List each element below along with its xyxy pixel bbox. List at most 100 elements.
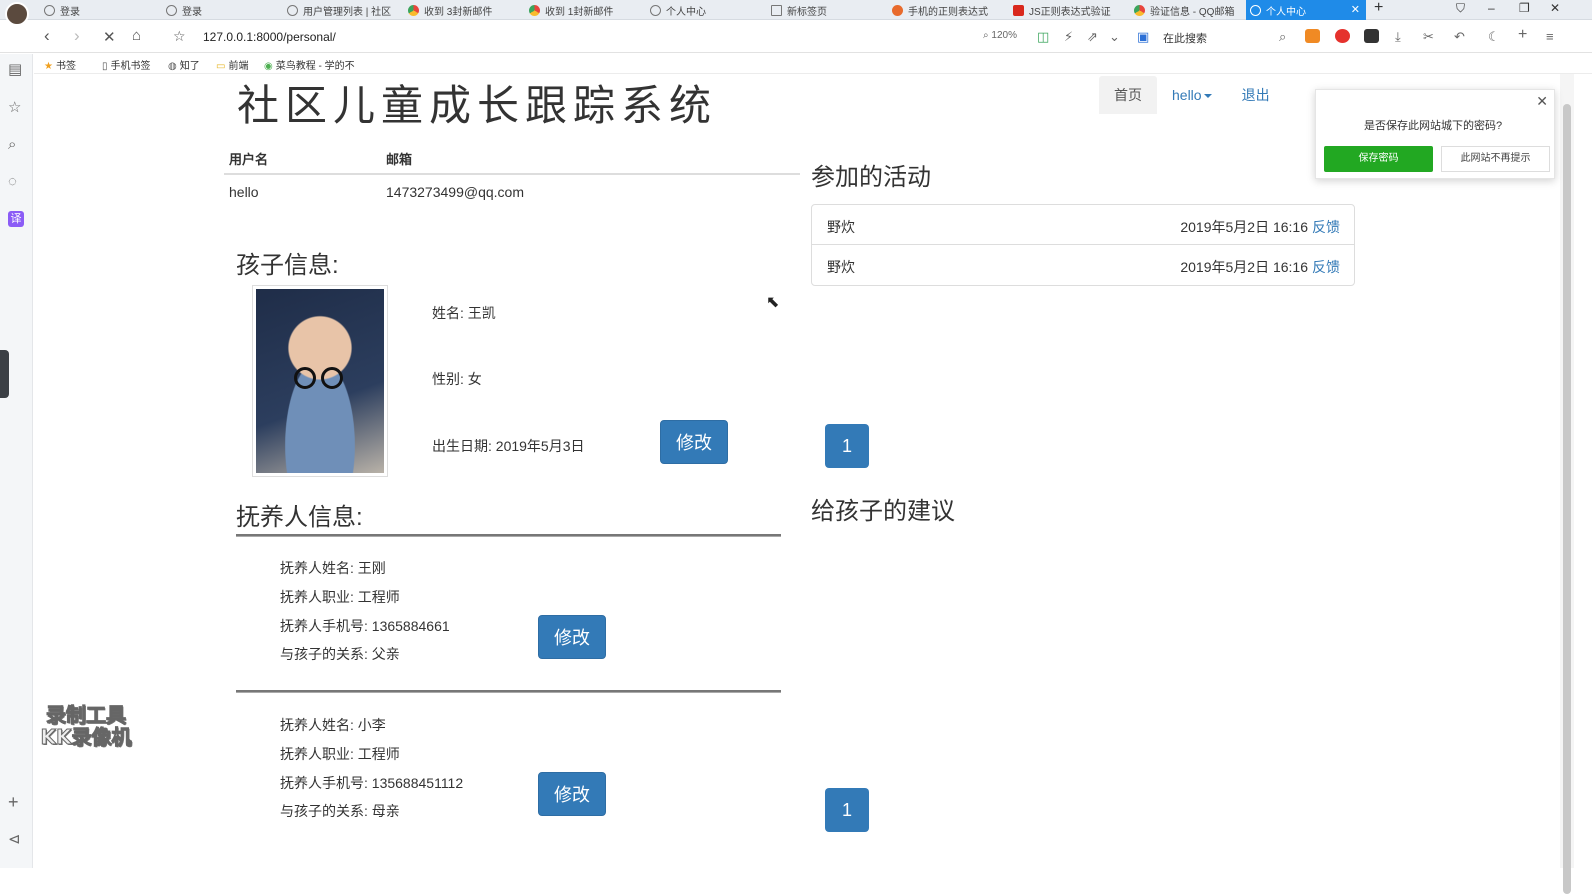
- reader-icon[interactable]: ◫: [1037, 29, 1049, 45]
- bookmark-4[interactable]: ◉ 菜鸟教程 - 学的不: [264, 57, 355, 72]
- tab-label: 手机的正则表达式: [908, 6, 988, 18]
- restore-button[interactable]: ❐: [1519, 1, 1530, 15]
- folder-icon: ▭: [216, 61, 226, 72]
- child-photo-image: [256, 289, 384, 473]
- share-icon[interactable]: ⇗: [1087, 29, 1098, 45]
- stop-icon[interactable]: ✕: [103, 28, 116, 46]
- tab-8[interactable]: JS正则表达式验证: [1009, 0, 1121, 20]
- undo-icon[interactable]: ↶: [1454, 29, 1465, 45]
- tab-2[interactable]: 用户管理列表 | 社区: [283, 0, 395, 20]
- child-section-title: 孩子信息:: [236, 252, 339, 279]
- minimize-button[interactable]: –: [1488, 1, 1495, 15]
- tab-4[interactable]: 收到 1封新邮件: [525, 0, 637, 20]
- globe-icon: ◍: [168, 61, 177, 72]
- save-password-button[interactable]: 保存密码: [1324, 146, 1433, 172]
- address-bar: ‹ › ✕ ⌂ ☆ 127.0.0.1:8000/personal/ ⌕ 120…: [0, 20, 1592, 53]
- collapse-icon[interactable]: ⊲: [8, 830, 21, 848]
- add-icon[interactable]: +: [8, 792, 19, 813]
- nav-home[interactable]: 首页: [1099, 76, 1157, 114]
- sidebar-handle[interactable]: [0, 350, 9, 398]
- edit-guardian-1-button[interactable]: 修改: [538, 615, 606, 659]
- download-icon[interactable]: ⤓: [1395, 29, 1401, 45]
- table-header-email: 邮箱: [386, 152, 413, 167]
- bookmark-label: 手机书签: [110, 61, 151, 72]
- tab-3[interactable]: 收到 3封新邮件: [404, 0, 516, 20]
- phone-icon: ▯: [102, 61, 108, 72]
- nav-user-label: hello: [1172, 87, 1202, 103]
- child-birthday: 出生日期: 2019年5月3日: [432, 438, 585, 454]
- close-window-button[interactable]: ✕: [1550, 1, 1560, 15]
- add-icon[interactable]: +: [1518, 26, 1527, 44]
- suggestions-page-1[interactable]: 1: [825, 788, 869, 832]
- bookmark-star-icon[interactable]: ☆: [173, 28, 186, 45]
- bookmark-0[interactable]: ★ 书签: [44, 57, 76, 72]
- feedback-link[interactable]: 反馈: [1312, 257, 1340, 277]
- globe-icon: [44, 4, 55, 16]
- search-input[interactable]: 在此搜索: [1163, 30, 1207, 46]
- never-save-button[interactable]: 此网站不再提示: [1441, 146, 1550, 172]
- nav-user-dropdown[interactable]: hello: [1157, 76, 1227, 114]
- guardian-1-name: 抚养人姓名: 王刚: [280, 560, 386, 576]
- close-tab-icon[interactable]: ✕: [1351, 3, 1360, 16]
- flash-icon[interactable]: ⚡: [1064, 29, 1073, 45]
- bookmark-3[interactable]: ▭ 前端: [216, 57, 248, 72]
- globe-icon: [166, 4, 177, 16]
- tab-label: 用户管理列表 | 社区: [303, 6, 392, 18]
- tab-1[interactable]: 登录: [162, 0, 274, 20]
- bookmark-2[interactable]: ◍ 知了: [168, 57, 200, 72]
- search-icon[interactable]: ⌕: [8, 136, 16, 153]
- activity-list: 野炊 2019年5月2日 16:16 反馈 野炊 2019年5月2日 16:16…: [811, 204, 1355, 286]
- news-icon[interactable]: ▤: [8, 60, 22, 78]
- menu-icon[interactable]: ≡: [1546, 29, 1554, 44]
- search-engine-icon[interactable]: ▣: [1137, 29, 1149, 45]
- tab-label: 个人中心: [1266, 6, 1306, 18]
- tab-9[interactable]: 验证信息 - QQ邮箱: [1130, 0, 1242, 20]
- bookmark-1[interactable]: ▯ 手机书签: [102, 57, 151, 72]
- bookmark-label: 书签: [55, 61, 76, 72]
- chevron-down-icon[interactable]: ⌄: [1109, 29, 1120, 45]
- tab-10[interactable]: 个人中心 ✕: [1246, 0, 1366, 20]
- search-icon[interactable]: ⌕: [1279, 29, 1286, 45]
- activities-section-title: 参加的活动: [811, 164, 931, 191]
- table-divider: [224, 173, 800, 175]
- guardian-1-phone: 抚养人手机号: 1365884661: [280, 618, 450, 634]
- night-mode-icon[interactable]: ☾: [1488, 29, 1500, 45]
- tab-5[interactable]: 个人中心: [646, 0, 758, 20]
- chrome-icon: [1134, 4, 1145, 16]
- nav-logout[interactable]: 退出: [1227, 76, 1285, 114]
- zoom-level[interactable]: ⌕ 120%: [983, 30, 1017, 41]
- new-tab-button[interactable]: +: [1374, 0, 1383, 17]
- extension-icon[interactable]: [1364, 29, 1379, 43]
- edit-guardian-2-button[interactable]: 修改: [538, 772, 606, 816]
- scrollbar-thumb[interactable]: [1563, 104, 1571, 894]
- back-icon[interactable]: ‹: [44, 26, 50, 46]
- s-icon: [892, 4, 903, 16]
- game-icon[interactable]: [1305, 29, 1320, 43]
- shirt-icon[interactable]: ⛉: [1456, 1, 1465, 16]
- bookmark-label: 知了: [179, 61, 200, 72]
- url-input[interactable]: 127.0.0.1:8000/personal/: [203, 30, 336, 44]
- activities-page-1[interactable]: 1: [825, 424, 869, 468]
- star-icon: ★: [44, 61, 53, 72]
- glasses-right: [321, 367, 343, 389]
- edit-child-button[interactable]: 修改: [660, 420, 728, 464]
- forward-icon[interactable]: ›: [74, 26, 80, 46]
- chat-icon[interactable]: ◌: [8, 173, 17, 190]
- tab-7[interactable]: 手机的正则表达式: [888, 0, 1000, 20]
- close-icon[interactable]: ✕: [1536, 93, 1548, 110]
- scissors-icon[interactable]: ✂: [1423, 29, 1434, 45]
- home-icon[interactable]: ⌂: [132, 27, 141, 44]
- mouse-cursor-icon: ⬉: [766, 294, 780, 311]
- adblock-icon[interactable]: [1335, 29, 1350, 43]
- suggestions-section-title: 给孩子的建议: [811, 498, 955, 525]
- tab-6[interactable]: 新标签页: [767, 0, 879, 20]
- chrome-icon: [529, 4, 540, 16]
- chrome-icon: [408, 4, 419, 16]
- glasses-left: [294, 367, 316, 389]
- user-avatar[interactable]: [5, 2, 29, 26]
- tab-0[interactable]: 登录: [40, 0, 152, 20]
- favorites-icon[interactable]: ☆: [8, 98, 21, 116]
- feedback-link[interactable]: 反馈: [1312, 217, 1340, 237]
- translate-icon[interactable]: 译: [8, 211, 24, 227]
- vertical-scrollbar[interactable]: [1560, 74, 1574, 894]
